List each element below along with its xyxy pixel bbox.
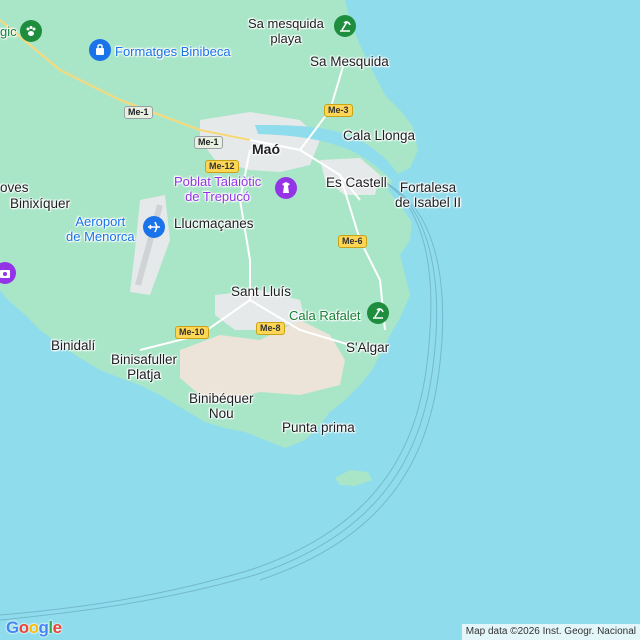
label-sa-mesquida[interactable]: Sa Mesquida [310,54,389,69]
label-aeroport[interactable]: Aeroport de Menorca [66,214,135,244]
shopping-bag-icon[interactable] [89,39,111,61]
label-binibequer[interactable]: Binibéquer Nou [189,391,254,421]
label-poblat-talaiotic[interactable]: Poblat Talaiòtic de Trepucó [174,174,261,204]
label-sa-mesquida-playa[interactable]: Sa mesquida playa [248,16,324,46]
road-shield-me3: Me-3 [324,104,353,117]
road-shield-me12: Me-12 [205,160,239,173]
label-es-castell[interactable]: Es Castell [326,175,387,190]
road-shield-me1: Me-1 [194,136,223,149]
beach-icon[interactable] [367,302,389,324]
label-binidali[interactable]: Binidalí [51,338,95,353]
label-cala-llonga[interactable]: Cala Llonga [343,128,415,143]
label-oves[interactable]: oves [0,180,29,195]
label-gic[interactable]: gic [0,24,17,39]
label-mao[interactable]: Maó [252,142,280,157]
label-llucmacanes[interactable]: Llucmaçanes [174,216,254,231]
road-shield-me10: Me-10 [175,326,209,339]
airplane-icon[interactable] [143,216,165,238]
label-fortalesa[interactable]: Fortalesa de Isabel II [395,180,461,210]
road-shield-me6: Me-6 [338,235,367,248]
label-s-algar[interactable]: S'Algar [346,340,389,355]
road-shield-me1: Me-1 [124,106,153,119]
label-cala-rafalet[interactable]: Cala Rafalet [289,308,361,323]
monument-icon[interactable] [275,177,297,199]
label-formatges-binibeca[interactable]: Formatges Binibeca [115,44,231,59]
beach-icon[interactable] [334,15,356,37]
label-punta-prima[interactable]: Punta prima [282,420,355,435]
paw-icon[interactable] [20,20,42,42]
label-binisafuller[interactable]: Binisafuller Platja [111,352,177,382]
map-attribution[interactable]: Map data ©2026 Inst. Geogr. Nacional [461,624,640,640]
label-sant-lluis[interactable]: Sant Lluís [231,284,291,299]
label-binixiquer[interactable]: Binixíquer [10,196,70,211]
google-logo: Google [6,618,62,637]
road-shield-me8: Me-8 [256,322,285,335]
